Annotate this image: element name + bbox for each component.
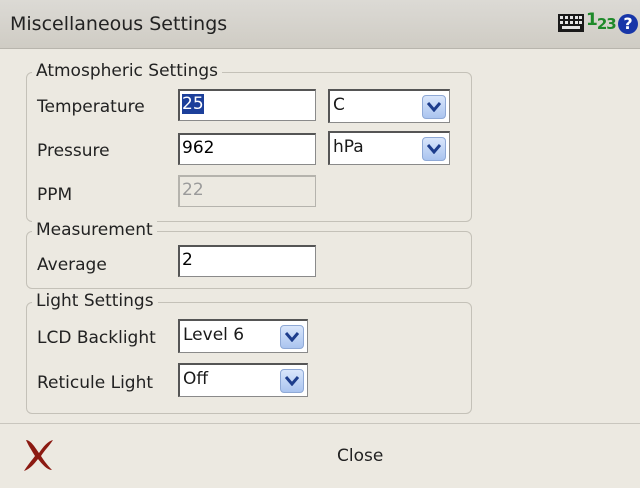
title-bar: Miscellaneous Settings 123 ? xyxy=(0,0,640,49)
average-label: Average xyxy=(37,255,107,275)
reticule-light-select[interactable]: Off xyxy=(178,363,308,397)
pressure-label: Pressure xyxy=(37,141,110,161)
input-mode-icon[interactable]: 123 xyxy=(586,10,617,33)
chevron-down-icon[interactable] xyxy=(280,369,304,393)
lcd-backlight-select[interactable]: Level 6 xyxy=(178,319,308,353)
pressure-unit-value: hPa xyxy=(333,137,364,157)
lcd-backlight-label: LCD Backlight xyxy=(37,328,156,348)
measurement-title: Measurement xyxy=(32,220,157,240)
pressure-field[interactable]: 962 xyxy=(178,133,316,165)
lcd-backlight-value: Level 6 xyxy=(183,325,245,345)
temperature-unit-value: C xyxy=(333,95,345,115)
pressure-unit-select[interactable]: hPa xyxy=(328,131,450,165)
keyboard-icon[interactable] xyxy=(558,14,584,37)
close-icon[interactable] xyxy=(22,438,54,477)
light-settings-title: Light Settings xyxy=(32,291,158,311)
temperature-unit-select[interactable]: C xyxy=(328,89,450,123)
ppm-field: 22 xyxy=(178,175,316,207)
temperature-label: Temperature xyxy=(37,97,145,117)
reticule-light-value: Off xyxy=(183,369,209,389)
bottom-bar: Close xyxy=(0,423,640,488)
average-field[interactable]: 2 xyxy=(178,245,316,277)
settings-panel: Atmospheric Settings Temperature 25 C Pr… xyxy=(0,49,640,423)
close-button[interactable]: Close xyxy=(337,446,383,466)
chevron-down-icon[interactable] xyxy=(280,325,304,349)
help-icon[interactable]: ? xyxy=(618,14,638,34)
window-title: Miscellaneous Settings xyxy=(10,13,228,35)
chevron-down-icon[interactable] xyxy=(422,95,446,119)
atmospheric-settings-title: Atmospheric Settings xyxy=(32,61,223,81)
chevron-down-icon[interactable] xyxy=(422,137,446,161)
ppm-label: PPM xyxy=(37,185,73,205)
temperature-field[interactable]: 25 xyxy=(178,89,316,121)
reticule-light-label: Reticule Light xyxy=(37,373,154,393)
